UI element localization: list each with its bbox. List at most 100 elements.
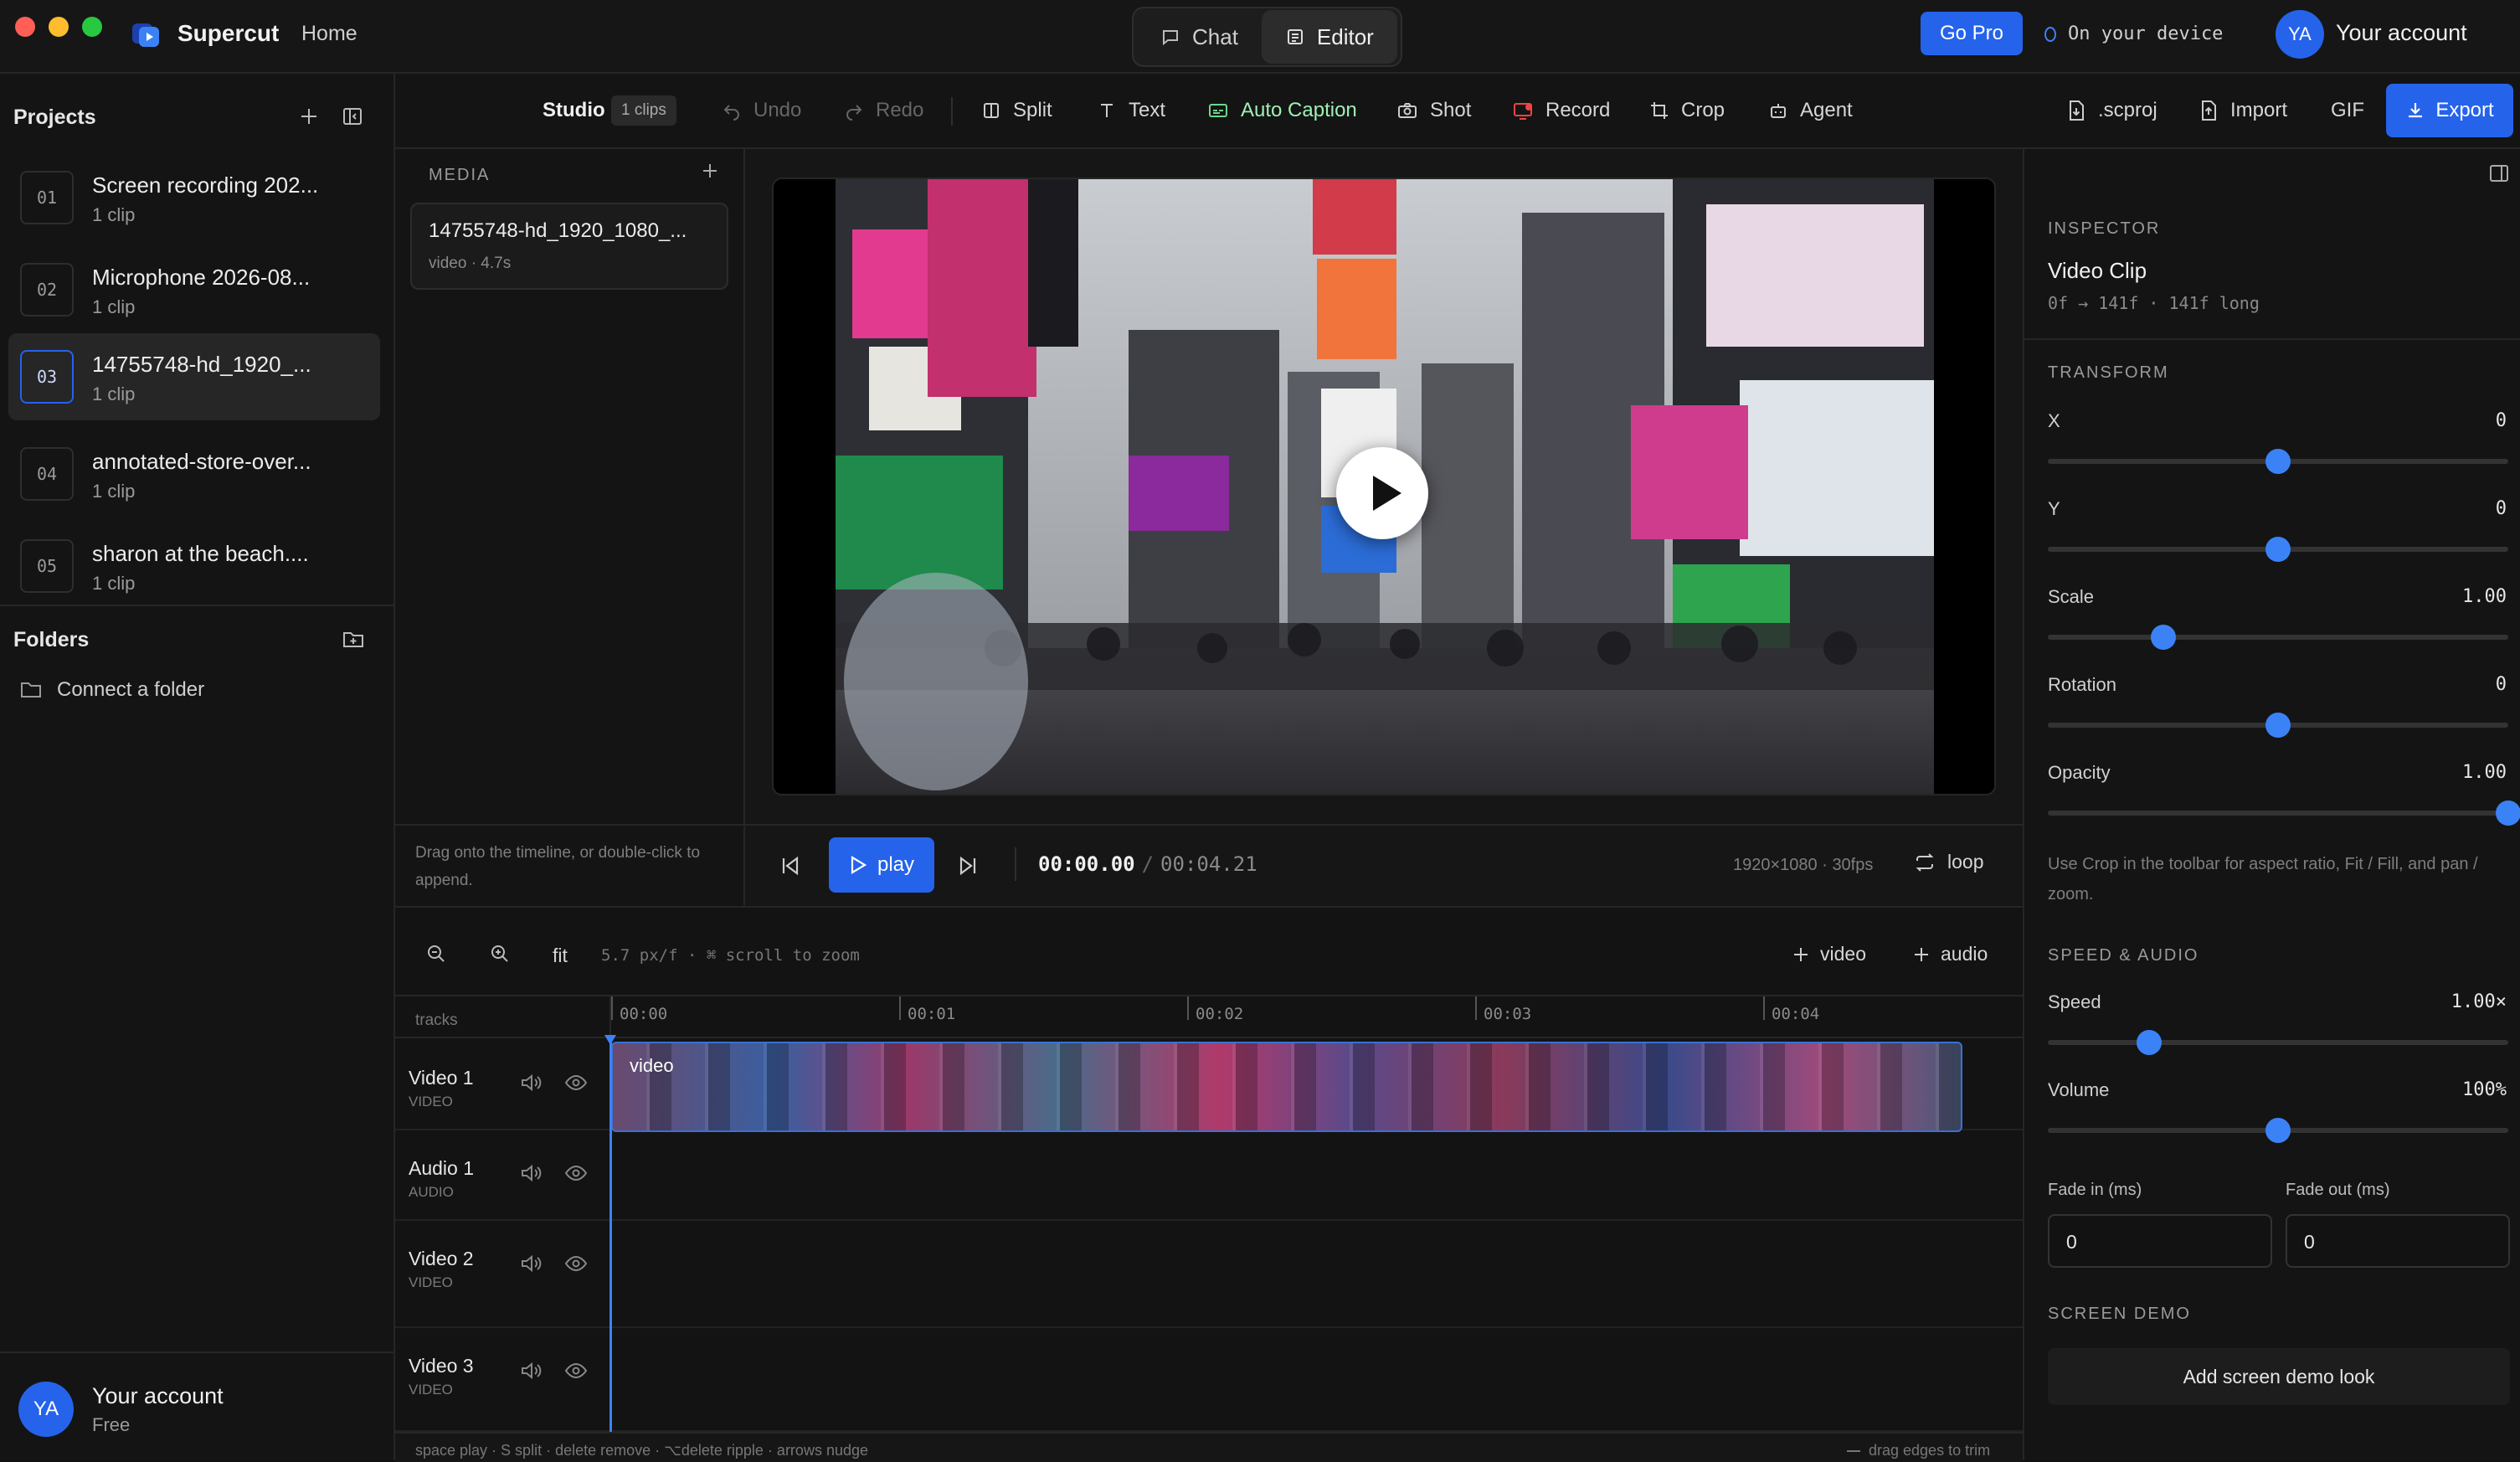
play-button[interactable]: play	[829, 837, 934, 893]
fade-in-input[interactable]: 0	[2048, 1214, 2272, 1268]
track-name: Video 1	[409, 1067, 474, 1089]
loop-toggle[interactable]: loop	[1914, 851, 1983, 873]
auto-caption-button[interactable]: Auto Caption	[1207, 74, 1357, 147]
add-project-icon[interactable]	[298, 106, 320, 127]
video-clip[interactable]: video	[611, 1042, 1962, 1132]
export-button[interactable]: Export	[2386, 84, 2513, 137]
ruler-label: 00:01	[908, 1005, 956, 1023]
save-scproj-button[interactable]: .scproj	[2066, 74, 2157, 147]
account-link[interactable]: Your account	[2336, 20, 2467, 46]
tab-chat[interactable]: Chat	[1137, 10, 1262, 64]
close-window-button[interactable]	[15, 17, 35, 37]
shot-button[interactable]: Shot	[1396, 74, 1471, 147]
project-item-active[interactable]: 03 14755748-hd_1920_... 1 clip	[8, 333, 380, 420]
rotation-value: 0	[2495, 674, 2507, 695]
speaker-icon[interactable]	[519, 1360, 543, 1382]
speaker-icon[interactable]	[519, 1162, 543, 1184]
minimize-window-button[interactable]	[49, 17, 69, 37]
zoom-out-icon[interactable]	[425, 943, 447, 965]
zoom-in-icon[interactable]	[489, 943, 511, 965]
zoom-info: 5.7 px/f · ⌘ scroll to zoom	[601, 946, 860, 965]
playhead-handle[interactable]	[604, 1035, 616, 1045]
split-icon	[981, 100, 1001, 121]
ruler-label: 00:03	[1484, 1005, 1532, 1023]
import-button[interactable]: Import	[2199, 74, 2287, 147]
scale-slider[interactable]	[2048, 625, 2508, 650]
add-audio-track-button[interactable]: audio	[1912, 943, 1988, 965]
connect-folder-link[interactable]: Connect a folder	[20, 678, 204, 702]
project-number: 03	[20, 350, 74, 404]
slider-knob[interactable]	[2265, 1118, 2291, 1143]
robot-icon	[1768, 100, 1788, 121]
slider-knob[interactable]	[2265, 449, 2291, 474]
ruler-tick	[1763, 996, 1765, 1020]
eye-icon[interactable]	[564, 1162, 588, 1184]
redo-button[interactable]: Redo	[844, 74, 923, 147]
project-item[interactable]: 04 annotated-store-over... 1 clip	[8, 430, 380, 517]
skip-forward-icon[interactable]	[956, 854, 980, 878]
speed-slider[interactable]	[2048, 1030, 2508, 1055]
video-canvas[interactable]	[772, 178, 1996, 795]
zoom-window-button[interactable]	[82, 17, 102, 37]
eye-icon[interactable]	[564, 1360, 588, 1382]
slider-knob[interactable]	[2265, 537, 2291, 562]
project-number: 05	[20, 539, 74, 593]
speed-audio-title: SPEED & AUDIO	[2048, 946, 2199, 965]
eye-icon[interactable]	[564, 1072, 588, 1094]
opacity-slider[interactable]	[2048, 800, 2520, 826]
eye-icon[interactable]	[564, 1253, 588, 1274]
crop-hint: Use Crop in the toolbar for aspect ratio…	[2048, 855, 2478, 903]
time-ruler[interactable]: 00:00 00:01 00:02 00:03 00:04	[611, 996, 2023, 1037]
add-screen-demo-button[interactable]: Add screen demo look	[2048, 1348, 2510, 1405]
slider-knob[interactable]	[2496, 800, 2520, 826]
avatar[interactable]: YA	[2276, 10, 2324, 59]
clips-badge: 1 clips	[611, 95, 676, 126]
go-pro-button[interactable]: Go Pro	[1921, 12, 2023, 55]
add-folder-icon[interactable]	[342, 628, 365, 650]
y-slider[interactable]	[2048, 537, 2508, 562]
add-audio-label: audio	[1941, 943, 1988, 965]
undo-button[interactable]: Undo	[722, 74, 801, 147]
fit-button[interactable]: fit	[553, 945, 568, 967]
project-item[interactable]: 02 Microphone 2026-08... 1 clip	[8, 246, 380, 333]
shortcut-hints: space play · S split · delete remove · ⌥…	[415, 1442, 868, 1459]
agent-button[interactable]: Agent	[1768, 74, 1853, 147]
file-upload-icon	[2199, 100, 2219, 121]
record-button[interactable]: Record	[1512, 74, 1610, 147]
crop-button[interactable]: Crop	[1649, 74, 1725, 147]
ruler-tick	[899, 996, 901, 1020]
project-item[interactable]: 01 Screen recording 202... 1 clip	[8, 154, 380, 241]
divider	[951, 97, 953, 126]
gif-button[interactable]: GIF	[2331, 74, 2364, 147]
text-icon	[1097, 100, 1117, 121]
add-video-track-button[interactable]: video	[1792, 943, 1866, 965]
camera-icon	[1396, 100, 1418, 121]
home-link[interactable]: Home	[301, 22, 357, 46]
shield-icon	[2043, 25, 2058, 44]
fade-out-input[interactable]: 0	[2286, 1214, 2510, 1268]
editor-toolbar: Studio 1 clips Undo Redo Split Text Auto…	[395, 74, 2520, 149]
media-item[interactable]: 14755748-hd_1920_1080_... video · 4.7s	[410, 203, 728, 290]
slider-knob[interactable]	[2150, 625, 2176, 650]
skip-back-icon[interactable]	[779, 854, 802, 878]
speaker-icon[interactable]	[519, 1072, 543, 1094]
collapse-sidebar-icon[interactable]	[342, 106, 363, 127]
playhead[interactable]	[609, 1042, 612, 1432]
shot-label: Shot	[1430, 99, 1472, 121]
slider-knob[interactable]	[2137, 1030, 2162, 1055]
file-download-icon	[2066, 100, 2086, 121]
account-card[interactable]: YA Your account Free	[18, 1382, 224, 1437]
project-item[interactable]: 05 sharon at the beach.... 1 clip	[8, 523, 380, 610]
toggle-panel-icon[interactable]	[2488, 162, 2510, 184]
x-slider[interactable]	[2048, 449, 2508, 474]
folders-title: Folders	[13, 628, 90, 651]
speaker-icon[interactable]	[519, 1253, 543, 1274]
play-overlay-button[interactable]	[1336, 447, 1428, 539]
add-media-icon[interactable]	[700, 161, 720, 181]
tab-editor[interactable]: Editor	[1261, 10, 1397, 64]
volume-slider[interactable]	[2048, 1118, 2508, 1143]
split-button[interactable]: Split	[981, 74, 1052, 147]
slider-knob[interactable]	[2265, 713, 2291, 738]
text-button[interactable]: Text	[1097, 74, 1165, 147]
rotation-slider[interactable]	[2048, 713, 2508, 738]
